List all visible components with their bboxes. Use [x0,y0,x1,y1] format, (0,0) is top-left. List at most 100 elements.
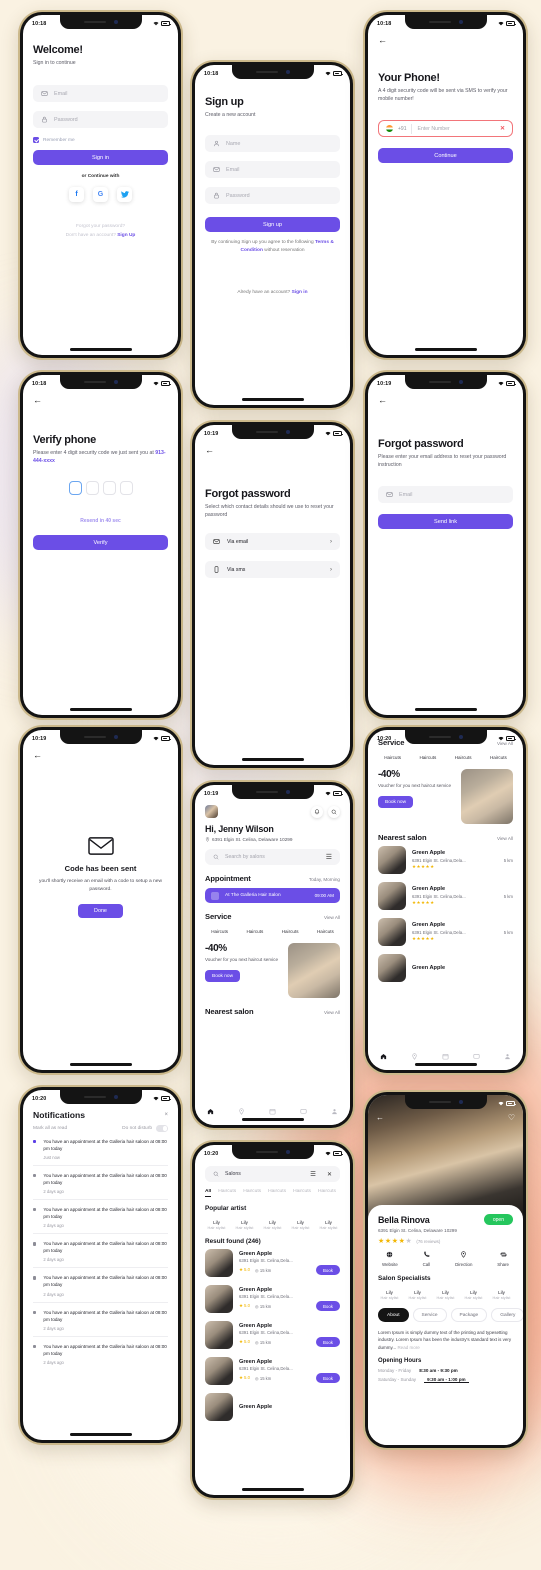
avatar[interactable] [205,805,218,818]
search-icon[interactable] [328,805,340,818]
service-item[interactable]: Haircuts [311,926,340,934]
book-button[interactable]: Book [315,1337,340,1348]
otp-box-1[interactable] [68,481,82,496]
facebook-icon[interactable]: f [69,187,84,203]
artist-item[interactable]: Lily Hair stylist [233,1217,256,1230]
action-share[interactable]: Share [497,1251,509,1267]
country-code[interactable]: +91 [398,126,406,132]
salon-row[interactable]: Green Apple [378,950,513,986]
close-icon[interactable]: × [164,1112,168,1118]
notification-item[interactable]: You have an appointment at the Galleria … [33,1166,168,1200]
option-via-email[interactable]: Via email › [205,533,340,551]
view-all-link[interactable]: View All [497,836,513,841]
tab-chat[interactable] [473,1053,480,1062]
verify-button[interactable]: Verify [33,535,168,551]
action-website[interactable]: Website [382,1251,398,1267]
artist-item[interactable]: Lily Hair stylist [317,1217,340,1230]
specialist-item[interactable]: Lily Hair stylist [434,1287,457,1300]
signin-link[interactable]: Sign in [292,290,308,295]
back-icon[interactable]: ← [33,751,42,760]
result-row[interactable]: Green Apple 6391 Elgin St. Celina,Dela..… [205,1353,340,1389]
chip-haircuts[interactable]: Haircuts [268,1189,286,1197]
favorite-heart-icon[interactable]: ♡ [508,1113,515,1122]
twitter-icon[interactable] [117,187,132,203]
chip-haircuts[interactable]: Haircuts [318,1189,336,1197]
tab-chat[interactable] [300,1108,307,1117]
dnd-control[interactable]: Do not disturb [122,1125,168,1132]
action-call[interactable]: Call [423,1251,430,1267]
clear-icon[interactable]: ✕ [327,1171,332,1178]
appointment-card[interactable]: At The Galleria Hair Salon 09:00 AM [205,888,340,903]
back-icon[interactable]: ← [378,396,387,405]
result-row[interactable]: Green Apple 6391 Elgin St. Celina,Dela..… [205,1281,340,1317]
google-icon[interactable]: G [93,187,108,203]
tab-about[interactable]: About [378,1308,409,1322]
mark-all-read-link[interactable]: Mark all as read [33,1126,67,1131]
back-icon[interactable]: ← [376,1113,384,1122]
otp-box-2[interactable] [85,481,99,496]
forgot-password-link[interactable]: Forgot your password? [33,224,168,229]
search-input[interactable]: Salons ☰ ✕ [205,1166,340,1182]
signin-button[interactable]: Sign in [33,150,168,166]
notifications-bell-icon[interactable] [311,805,323,818]
back-icon[interactable]: ← [33,396,42,405]
specialist-item[interactable]: Lily Hair stylist [462,1287,485,1300]
name-field[interactable]: Name [205,135,340,153]
email-field[interactable]: Email [33,85,168,103]
search-input[interactable]: Search by salons ☰ [205,849,340,865]
service-item[interactable]: Haircuts [240,926,269,934]
result-row[interactable]: Green Apple 6391 Elgin St. Celina,Dela..… [205,1245,340,1281]
filter-icon[interactable]: ☰ [310,1170,316,1178]
clear-icon[interactable]: ✕ [500,125,505,132]
filter-icon[interactable]: ☰ [326,853,332,861]
artist-item[interactable]: Lily Hair stylist [289,1217,312,1230]
phone-number-field[interactable]: +91 Enter Number ✕ [378,120,513,138]
email-field[interactable]: Email [378,486,513,504]
salon-row[interactable]: Green Apple 6391 Elgin St. Celina,Dela..… [378,914,513,950]
otp-box-3[interactable] [102,481,116,496]
notification-item[interactable]: You have an appointment at the Galleria … [33,1234,168,1269]
read-more-link[interactable]: Read more [397,1345,419,1350]
password-field[interactable]: Password [205,187,340,205]
salon-row[interactable]: Green Apple 6391 Elgin St. Celina,Dela..… [378,878,513,914]
specialist-item[interactable]: Lily Hair stylist [378,1287,401,1300]
view-all-link[interactable]: View All [324,1010,340,1015]
service-item[interactable]: Haircuts [276,926,305,934]
signup-link[interactable]: Sign Up [117,233,135,238]
specialist-item[interactable]: Lily Hair stylist [490,1287,513,1300]
result-row[interactable]: Green Apple 6391 Elgin St. Celina,Dela..… [205,1317,340,1353]
notification-item[interactable]: You have an appointment at the Galleria … [33,1337,168,1370]
notification-item[interactable]: You have an appointment at the Galleria … [33,1303,168,1337]
tab-location[interactable] [411,1053,418,1062]
dnd-toggle[interactable] [156,1125,168,1132]
artist-item[interactable]: Lily Hair stylist [205,1217,228,1230]
tab-gallery[interactable]: Gallery [491,1308,523,1322]
service-item[interactable]: Haircuts [484,752,513,760]
back-icon[interactable]: ← [205,446,214,455]
tab-home[interactable] [207,1108,214,1117]
book-button[interactable]: Book [315,1373,340,1384]
artist-item[interactable]: Lily Hair stylist [261,1217,284,1230]
chip-all[interactable]: All [205,1189,212,1197]
result-row[interactable]: Green Apple [205,1389,340,1425]
view-all-link[interactable]: View All [324,915,340,920]
chip-haircuts[interactable]: Haircuts [293,1189,311,1197]
service-item[interactable]: Haircuts [378,752,407,760]
salon-row[interactable]: Green Apple 6391 Elgin St. Celina,Dela..… [378,842,513,878]
signup-button[interactable]: Sign up [205,217,340,233]
service-item[interactable]: Haircuts [413,752,442,760]
remember-me-row[interactable]: Remember me [33,137,168,144]
book-button[interactable]: Book [315,1265,340,1276]
notification-item[interactable]: You have an appointment at the Galleria … [33,1200,168,1235]
tab-calendar[interactable] [442,1053,449,1062]
tab-profile[interactable] [504,1053,511,1062]
chip-haircuts[interactable]: Haircuts [243,1189,261,1197]
tab-service[interactable]: Service [412,1308,447,1322]
book-now-button[interactable]: Book now [205,970,241,983]
tab-calendar[interactable] [269,1108,276,1117]
book-button[interactable]: Book [315,1301,340,1312]
email-field[interactable]: Email [205,161,340,179]
service-item[interactable]: Haircuts [449,752,478,760]
specialist-item[interactable]: Lily Hair stylist [406,1287,429,1300]
chip-haircuts[interactable]: Haircuts [218,1189,236,1197]
